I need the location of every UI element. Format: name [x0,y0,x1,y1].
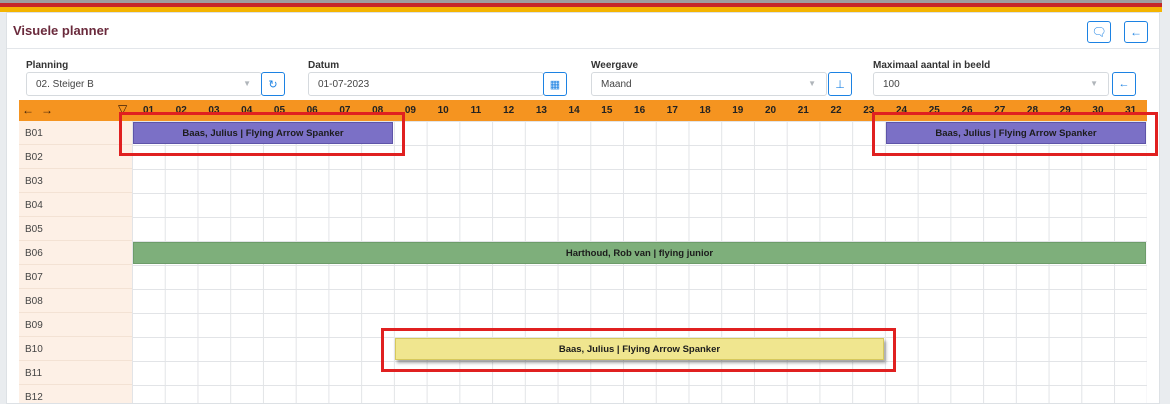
day-header: 19 [732,105,744,116]
resource-row-label: B01 [19,121,132,145]
resource-row-label: B02 [19,145,132,169]
resource-row-label: B10 [19,337,132,361]
day-header: 10 [437,105,449,116]
max-value: 100 [883,79,900,90]
day-header: 22 [830,105,842,116]
chevron-down-icon: ▼ [243,79,251,88]
highlight-box [380,328,896,372]
max-select[interactable]: 100 ▼ [873,72,1109,96]
weergave-value: Maand [601,79,632,90]
weergave-label: Weergave [591,60,639,71]
datum-value: 01-07-2023 [318,79,370,90]
booking-label: Harthoud, Rob van | flying junior [565,247,714,259]
planning-value: 02. Steiger B [36,79,94,90]
datum-input[interactable]: 01-07-2023 [308,72,544,96]
highlight-box [119,112,405,156]
weergave-select[interactable]: Maand ▼ [591,72,827,96]
chevron-down-icon: ▼ [808,79,816,88]
resource-row-label: B12 [19,385,132,403]
highlight-box [872,112,1158,156]
pin-icon: ⊥ [835,78,845,91]
day-header: 14 [568,105,580,116]
resource-row-label: B09 [19,313,132,337]
arrow-left-icon: ← [1118,78,1130,90]
calendar-button[interactable]: ▦ [543,72,567,96]
planning-select[interactable]: 02. Steiger B ▼ [26,72,262,96]
day-header: 21 [797,105,809,116]
card-header: Visuele planner 🗨 ← [7,13,1159,49]
day-header: 20 [764,105,777,116]
day-header: 13 [535,105,547,116]
chevron-down-icon: ▼ [1090,79,1098,88]
resource-row-label: B07 [19,265,132,289]
next-period-button[interactable]: → [41,103,53,117]
resource-row-label: B04 [19,193,132,217]
resource-list: B01 B02 B03 B04 B05 B06 B07 B08 B09 B10 B11 B12 [19,121,132,403]
day-header: 18 [699,105,711,116]
planner-grid: ← → ▽ 01 02 03 04 05 06 07 08 09 10 11 12 13 14 15 16 17… [19,100,1158,403]
planning-label: Planning [26,60,69,71]
prev-period-button[interactable]: ← [22,103,34,117]
resource-row-label: B11 [19,361,132,385]
arrow-left-icon: ← [1130,25,1142,39]
max-label: Maximaal aantal in beeld [873,60,991,71]
datum-label: Datum [308,60,340,71]
resource-row-label: B06 [19,241,132,265]
day-header: 11 [470,105,482,116]
pin-button[interactable]: ⊥ [828,72,852,96]
resource-row-label: B05 [19,217,132,241]
comment-icon: 🗨 [1091,25,1107,39]
page-title: Visuele planner [13,23,109,38]
day-header: 15 [601,105,613,116]
resource-row-label: B03 [19,169,132,193]
booking-bar[interactable]: Harthoud, Rob van | flying junior [133,242,1146,264]
top-accent-stripes [0,0,1162,12]
refresh-icon: ↻ [268,78,278,91]
planner-card: Visuele planner 🗨 ← Planning 02. Steiger… [6,12,1160,404]
back-button[interactable]: ← [1124,21,1148,43]
apply-button[interactable]: ← [1112,72,1136,96]
resource-row-label: B08 [19,289,132,313]
comment-button[interactable]: 🗨 [1087,21,1111,43]
day-header: 17 [666,105,678,116]
day-header: 12 [503,105,515,116]
day-header: 16 [634,105,646,116]
calendar-icon: ▦ [549,78,561,91]
refresh-button[interactable]: ↻ [261,72,285,96]
